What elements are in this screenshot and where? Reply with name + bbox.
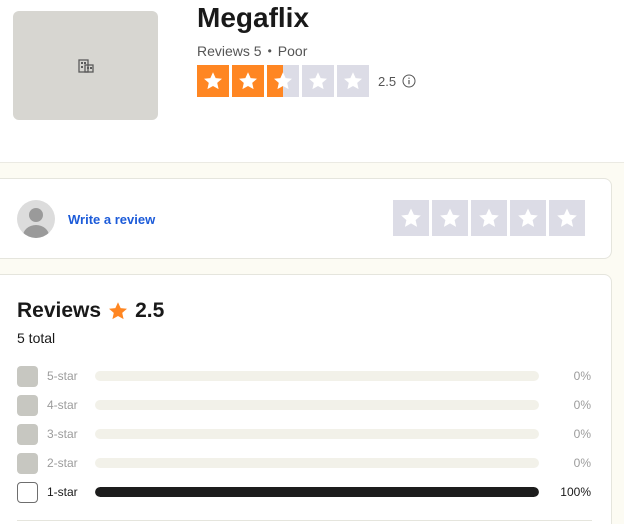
write-review-stars xyxy=(393,200,588,236)
reviews-title: Reviews xyxy=(17,299,102,322)
write-review-link[interactable]: Write a review xyxy=(68,212,155,227)
star-icon xyxy=(557,208,577,227)
distribution-bar-track xyxy=(95,400,539,410)
star-icon xyxy=(344,72,362,90)
distribution-label: 5-star xyxy=(47,369,78,383)
rating-text: Poor xyxy=(277,43,308,59)
distribution-percent: 0% xyxy=(573,427,591,441)
distribution-row-4-star[interactable]: 4-star 0% xyxy=(17,394,591,416)
star-icon xyxy=(109,302,128,320)
reviews-heading: Reviews 2.5 xyxy=(17,299,164,323)
rating-value: 2.5 xyxy=(378,73,397,89)
distribution-percent: 0% xyxy=(573,456,591,470)
distribution-percent: 100% xyxy=(560,485,591,499)
star-icon xyxy=(309,72,327,90)
star-icon xyxy=(204,72,222,90)
building-icon xyxy=(77,58,94,73)
reviews-count-link[interactable]: Reviews 5 xyxy=(197,42,262,60)
review-summary: Reviews 5 • Poor xyxy=(197,42,307,60)
separator-dot: • xyxy=(267,44,272,58)
company-logo[interactable] xyxy=(13,11,158,120)
filter-checkbox[interactable] xyxy=(17,452,38,474)
star-icon xyxy=(479,208,499,227)
filter-checkbox[interactable] xyxy=(17,481,38,503)
write-review-star-4[interactable] xyxy=(510,200,546,236)
rating-star-1 xyxy=(197,65,229,97)
distribution-bar-track xyxy=(95,429,539,439)
distribution-bar-track xyxy=(95,371,539,381)
distribution-row-1-star[interactable]: 1-star 100% xyxy=(17,481,591,503)
distribution-row-3-star[interactable]: 3-star 0% xyxy=(17,423,591,445)
star-icon xyxy=(401,208,421,227)
reviews-score: 2.5 xyxy=(135,299,165,322)
rating-star-3 xyxy=(267,65,299,97)
distribution-row-2-star[interactable]: 2-star 0% xyxy=(17,452,591,474)
write-review-star-5[interactable] xyxy=(549,200,585,236)
write-review-star-3[interactable] xyxy=(471,200,507,236)
star-icon xyxy=(274,72,292,90)
avatar-icon xyxy=(17,200,55,238)
reviews-summary-card: Reviews 2.5 5 total 5-star 0% 4-star 0% 3-st… xyxy=(0,274,612,524)
star-icon xyxy=(518,208,538,227)
business-header: Megaflix Reviews 5 • Poor 2.5 xyxy=(0,0,624,162)
rating-star-5 xyxy=(337,65,369,97)
distribution-label: 1-star xyxy=(47,485,78,499)
star-icon xyxy=(440,208,460,227)
write-review-star-2[interactable] xyxy=(432,200,468,236)
distribution-bar-track xyxy=(95,458,539,468)
company-name: Megaflix xyxy=(197,2,310,33)
write-review-card: Write a review xyxy=(0,178,612,259)
rating-star-2 xyxy=(232,65,264,97)
filter-checkbox[interactable] xyxy=(17,394,38,416)
filter-checkbox[interactable] xyxy=(17,365,38,387)
distribution-row-5-star[interactable]: 5-star 0% xyxy=(17,365,591,387)
distribution-bar-fill xyxy=(95,487,539,497)
distribution-percent: 0% xyxy=(573,398,591,412)
info-icon[interactable] xyxy=(402,74,416,88)
filter-checkbox[interactable] xyxy=(17,423,38,445)
star-icon xyxy=(239,72,257,90)
distribution-label: 4-star xyxy=(47,398,78,412)
rating-stars: 2.5 xyxy=(197,65,416,97)
distribution-label: 3-star xyxy=(47,427,78,441)
distribution-percent: 0% xyxy=(573,369,591,383)
write-review-star-1[interactable] xyxy=(393,200,429,236)
divider xyxy=(17,520,592,521)
distribution-label: 2-star xyxy=(47,456,78,470)
distribution-bar-track xyxy=(95,487,539,497)
rating-star-4 xyxy=(302,65,334,97)
reviews-total: 5 total xyxy=(17,330,56,346)
